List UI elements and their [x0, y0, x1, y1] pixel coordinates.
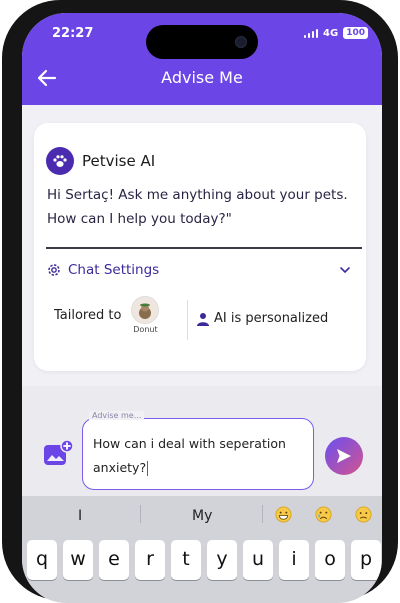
key-o[interactable]: o [315, 540, 345, 580]
tailored-to: Tailored to Donut [54, 296, 160, 334]
message-text: How can i deal with seperation anxiety? [93, 436, 286, 476]
message-input[interactable]: How can i deal with seperation anxiety? [82, 418, 314, 490]
dynamic-island [146, 25, 258, 59]
key-e[interactable]: e [99, 540, 129, 580]
app-header: 22:27 4G 100 Advise Me [22, 13, 382, 105]
assistant-name: Petvise AI [82, 152, 156, 170]
avatar [131, 296, 160, 324]
chevron-down-icon [340, 267, 350, 274]
keyboard: I My q w e r t y u i o p [22, 496, 382, 603]
key-p[interactable]: p [351, 540, 381, 580]
status-time: 22:27 [52, 26, 94, 41]
pet-name: Donut [133, 325, 158, 334]
battery-icon: 100 [343, 27, 368, 39]
network-type: 4G [323, 27, 339, 39]
personalized-label: AI is personalized [214, 311, 329, 326]
key-y[interactable]: y [207, 540, 237, 580]
app-screen: 22:27 4G 100 Advise Me Petvise AI Hi Ser… [22, 13, 382, 603]
user-icon [197, 312, 209, 326]
vertical-divider [187, 300, 188, 340]
send-button[interactable] [325, 437, 363, 475]
assistant-card: Petvise AI Hi Sertaç! Ask me anything ab… [34, 123, 366, 371]
chat-settings-toggle[interactable]: Chat Settings [46, 262, 352, 278]
key-t[interactable]: t [171, 540, 201, 580]
send-icon [337, 449, 351, 463]
gear-icon [48, 264, 60, 276]
chat-settings-label: Chat Settings [68, 262, 160, 278]
text-cursor [147, 461, 149, 476]
key-q[interactable]: q [27, 540, 57, 580]
grinning-face-icon[interactable] [275, 506, 292, 523]
key-w[interactable]: w [63, 540, 93, 580]
page-title: Advise Me [161, 68, 243, 87]
divider [46, 247, 362, 249]
signal-icon [303, 28, 319, 38]
phone-frame: 22:27 4G 100 Advise Me Petvise AI Hi Ser… [2, 0, 398, 603]
key-i[interactable]: i [279, 540, 309, 580]
status-indicators: 4G 100 [303, 27, 368, 39]
add-image-icon[interactable] [42, 439, 74, 469]
pet-selector[interactable]: Donut [131, 296, 160, 334]
suggestion-separator [262, 505, 263, 523]
worried-face-icon[interactable] [355, 506, 372, 523]
suggestion-1[interactable]: I [78, 508, 82, 524]
key-r[interactable]: r [135, 540, 165, 580]
suggestion-bar: I My [22, 496, 382, 532]
assistant-greeting: Hi Sertaç! Ask me anything about your pe… [47, 187, 348, 227]
suggestion-2[interactable]: My [192, 508, 212, 524]
suggestion-separator [140, 505, 141, 523]
paw-icon [46, 147, 74, 175]
keyboard-row-top: q w e r t y u i o p [27, 540, 381, 580]
personalized-indicator: AI is personalized [196, 311, 328, 326]
tailored-label: Tailored to [54, 307, 122, 323]
message-input-label: Advise me... [89, 411, 145, 420]
assistant-header: Petvise AI [46, 147, 155, 175]
crying-face-icon[interactable] [315, 506, 332, 523]
camera-icon [235, 36, 247, 48]
key-u[interactable]: u [243, 540, 273, 580]
